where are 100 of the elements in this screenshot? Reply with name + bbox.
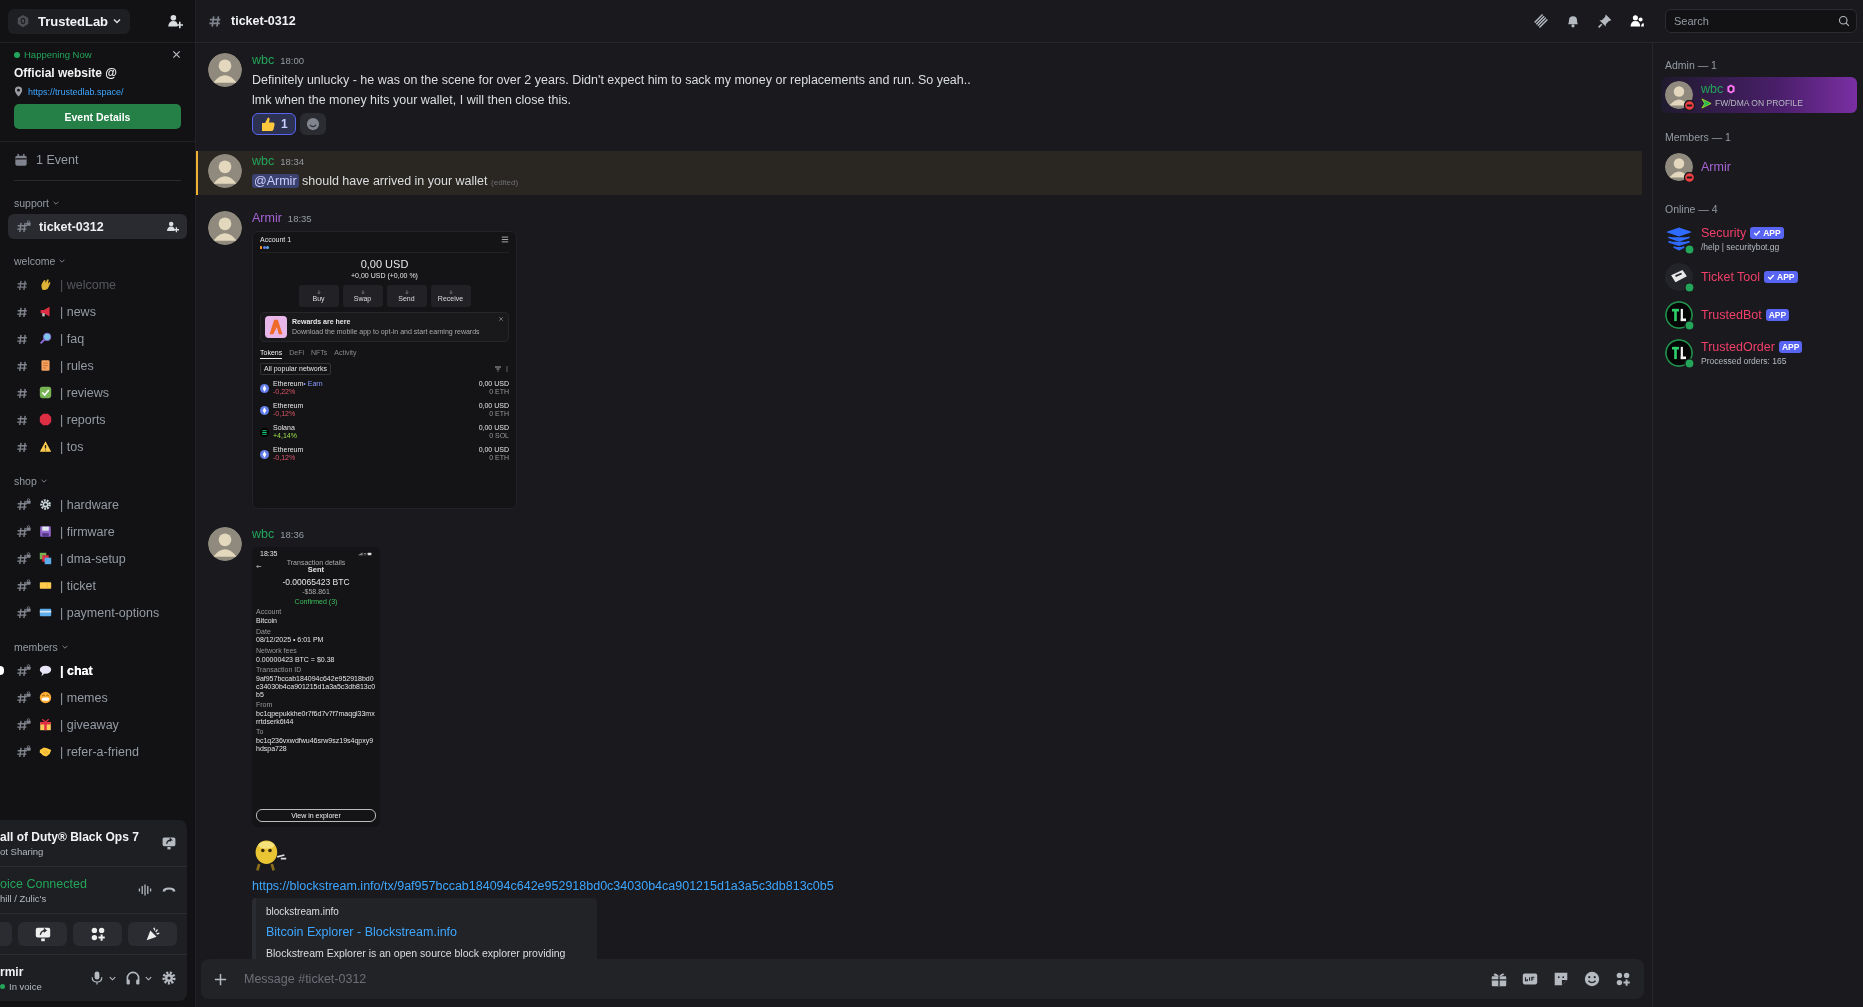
chevron-down-icon bbox=[60, 643, 69, 651]
status-icons bbox=[358, 551, 372, 556]
channel-item[interactable]: | reports bbox=[8, 407, 187, 432]
settings-icon[interactable] bbox=[161, 970, 177, 986]
embed-description: Blockstream Explorer is an open source block explorer providing bbox=[266, 947, 567, 959]
sticker-icon[interactable] bbox=[1552, 970, 1570, 988]
member-item[interactable]: Security APP /help | securitybot.gg bbox=[1661, 221, 1857, 257]
arrow-icon bbox=[448, 289, 453, 294]
network-icons bbox=[260, 246, 272, 250]
apps-icon[interactable] bbox=[1614, 970, 1632, 988]
microphone-icon[interactable] bbox=[89, 970, 105, 986]
category-header[interactable]: welcome bbox=[8, 250, 67, 272]
speech-bubble-icon bbox=[39, 664, 52, 677]
user-mention[interactable]: @Armir bbox=[252, 174, 299, 188]
channel-item[interactable]: | rules bbox=[8, 353, 187, 378]
channel-item[interactable]: | refer-a-friend bbox=[8, 739, 187, 764]
menu-icon[interactable] bbox=[501, 236, 509, 243]
category-header[interactable]: support bbox=[8, 192, 61, 214]
channel-item[interactable]: | hardware bbox=[8, 492, 187, 517]
coin-icon bbox=[260, 405, 269, 415]
stop-sign-icon bbox=[39, 413, 52, 426]
warning-icon bbox=[39, 440, 52, 453]
channel-item[interactable]: | reviews bbox=[8, 380, 187, 405]
filter-icon[interactable] bbox=[495, 365, 509, 372]
member-activity: /help | securitybot.gg bbox=[1701, 242, 1780, 252]
member-item[interactable]: TrustedOrder APP Processed orders: 165 bbox=[1661, 335, 1857, 371]
author-name[interactable]: wbc bbox=[252, 527, 275, 541]
event-details-button[interactable]: Event Details bbox=[14, 104, 181, 129]
channel-item[interactable]: ticket-0312 bbox=[8, 214, 187, 239]
waveform-icon[interactable] bbox=[137, 882, 153, 898]
author-name[interactable]: Armir bbox=[252, 211, 282, 225]
channel-item[interactable]: | firmware bbox=[8, 519, 187, 544]
close-icon[interactable] bbox=[172, 50, 181, 59]
scroll-icon bbox=[39, 359, 52, 372]
back-arrow-icon[interactable] bbox=[256, 564, 262, 570]
channel-item[interactable]: | giveaway bbox=[8, 712, 187, 737]
stacked-layers-avatar bbox=[1665, 225, 1693, 253]
check-icon bbox=[1767, 273, 1776, 281]
channel-item[interactable]: | faq bbox=[8, 326, 187, 351]
message-field[interactable]: Message #ticket-0312 bbox=[242, 971, 1476, 987]
search-bar[interactable]: Search bbox=[1665, 9, 1857, 33]
server-menu-button[interactable]: TrustedLab bbox=[8, 8, 131, 34]
bell-icon[interactable] bbox=[1565, 13, 1581, 29]
wallet-screenshot[interactable] bbox=[252, 231, 517, 509]
member-name: Security bbox=[1701, 226, 1747, 240]
category-header[interactable]: members bbox=[8, 636, 69, 658]
search-field[interactable]: Search bbox=[1672, 14, 1838, 28]
reaction-button[interactable]: 1 bbox=[252, 113, 296, 135]
chevron-down-icon bbox=[58, 257, 67, 265]
add-member-icon[interactable] bbox=[167, 13, 183, 29]
event-link[interactable]: https://trustedlab.space/ bbox=[28, 86, 124, 97]
message-text: @Armir should have arrived in your wallet (edited) bbox=[252, 173, 520, 190]
message-text: lmk when the money hits your wallet, I will then close this. bbox=[252, 92, 572, 109]
member-group-header: Members — 1 bbox=[1665, 131, 1731, 143]
channel-item[interactable]: | news bbox=[8, 299, 187, 324]
layers-icon bbox=[39, 552, 52, 565]
message-composer[interactable]: Message #ticket-0312 bbox=[201, 959, 1644, 999]
activities-button[interactable] bbox=[73, 922, 122, 946]
member-item[interactable]: Ticket Tool APP bbox=[1661, 259, 1857, 295]
soundboard-button[interactable] bbox=[128, 922, 177, 946]
gear-icon bbox=[39, 498, 52, 511]
threads-icon[interactable] bbox=[1533, 13, 1549, 29]
share-screen-button[interactable] bbox=[18, 922, 67, 946]
transaction-screenshot[interactable] bbox=[252, 547, 380, 827]
member-name: Ticket Tool bbox=[1701, 270, 1761, 284]
screen-share-icon[interactable] bbox=[161, 835, 177, 851]
channel-item[interactable]: | tos bbox=[8, 434, 187, 459]
emoji-icon[interactable] bbox=[1583, 970, 1601, 988]
channel-item[interactable]: | chat bbox=[8, 658, 187, 683]
add-reaction-button[interactable] bbox=[299, 113, 326, 135]
channel-item[interactable]: | memes bbox=[8, 685, 187, 710]
arrow-icon bbox=[360, 289, 365, 294]
member-item[interactable]: Armir bbox=[1661, 149, 1857, 185]
events-item[interactable]: 1 Event bbox=[14, 150, 181, 181]
coin-icon bbox=[260, 449, 269, 459]
add-member-icon[interactable] bbox=[166, 220, 179, 233]
author-name[interactable]: wbc bbox=[252, 53, 275, 67]
user-avatar bbox=[208, 211, 242, 245]
member-item-banner[interactable]: wbc FW/DMA ON PROFILE bbox=[1661, 77, 1857, 113]
author-name[interactable]: wbc bbox=[252, 154, 275, 168]
category-header[interactable]: shop bbox=[8, 470, 48, 492]
members-icon[interactable] bbox=[1629, 13, 1645, 29]
member-item[interactable]: TrustedBot APP bbox=[1661, 297, 1857, 333]
chevron-down-icon bbox=[39, 477, 48, 485]
handshake-icon bbox=[39, 745, 52, 758]
plus-icon[interactable] bbox=[213, 971, 228, 987]
headphones-icon[interactable] bbox=[125, 970, 141, 986]
gift-icon bbox=[39, 718, 52, 731]
pin-icon[interactable] bbox=[1597, 13, 1613, 29]
activity-title: all of Duty® Black Ops 7 bbox=[0, 829, 140, 844]
embed-title-link[interactable]: Bitcoin Explorer - Blockstream.info bbox=[266, 925, 585, 939]
username: rmir bbox=[0, 964, 25, 979]
calendar-icon bbox=[14, 153, 28, 167]
channel-item[interactable]: | ticket bbox=[8, 573, 187, 598]
channel-item[interactable]: | dma-setup bbox=[8, 546, 187, 571]
check-mark-icon bbox=[39, 386, 52, 399]
channel-item[interactable]: | payment-options bbox=[8, 600, 187, 625]
message-link[interactable]: https://blockstream.info/tx/9af957bccab184094c642e952918bd0c34030b4ca901215d1a3a5c3db813c0b5 bbox=[252, 879, 834, 893]
member-name: TrustedBot bbox=[1701, 308, 1762, 322]
timestamp: 18:36 bbox=[280, 529, 304, 540]
